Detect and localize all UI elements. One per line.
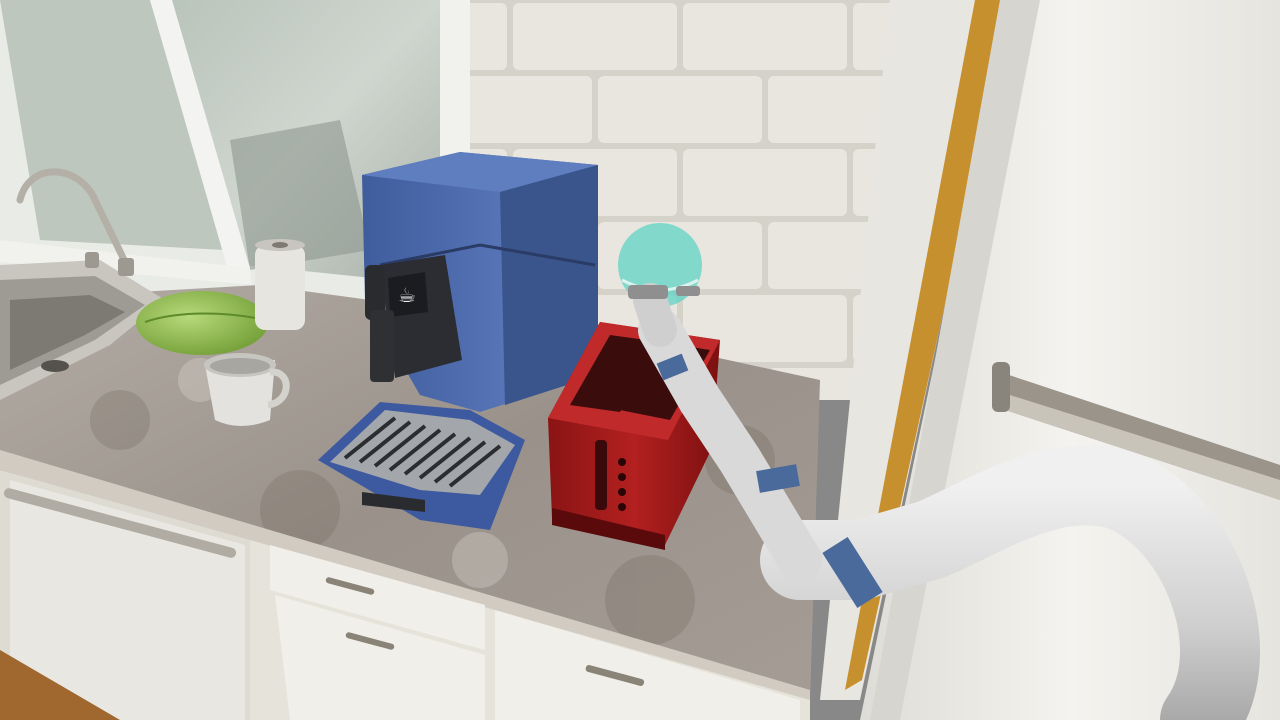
- kitchen-scene: ☕: [0, 0, 1280, 720]
- toaster-lever: [595, 440, 607, 510]
- paper-towel-roll: [255, 239, 305, 330]
- cup-icon: ☕: [398, 283, 416, 307]
- robot-band: [656, 353, 689, 381]
- lettuce: [136, 291, 268, 355]
- robot-band: [756, 464, 800, 493]
